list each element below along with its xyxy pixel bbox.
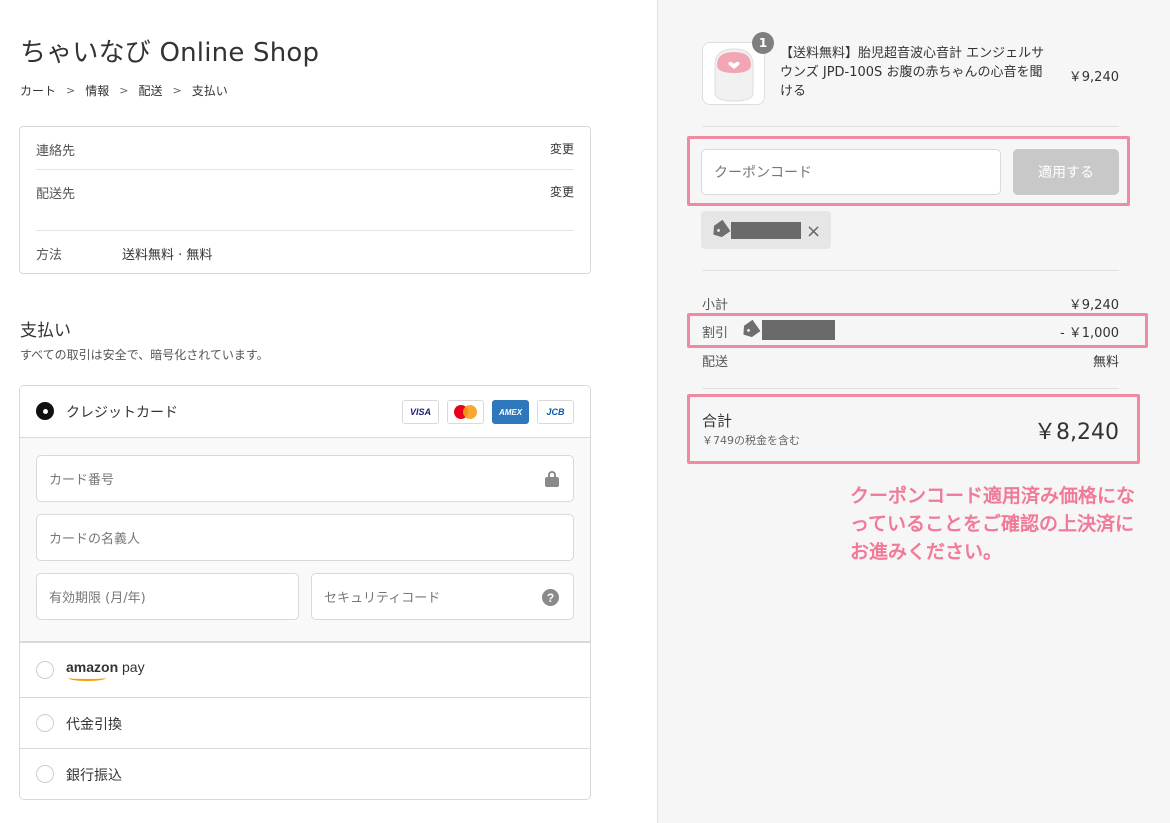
credit-card-radio[interactable] bbox=[36, 402, 54, 420]
card-brands: VISA AMEX JCB bbox=[402, 400, 574, 424]
bank-transfer-option[interactable]: 銀行振込 bbox=[20, 748, 590, 799]
shipping-value: 無料 bbox=[1092, 355, 1119, 370]
redacted-coupon-code bbox=[731, 222, 801, 239]
shipping-row: 配送 無料 bbox=[702, 351, 1119, 370]
visa-icon: VISA bbox=[402, 400, 439, 424]
shipping-method-row: 方法 送料無料 · 無料 bbox=[36, 244, 574, 263]
security-code-placeholder: セキュリティコード bbox=[324, 591, 441, 606]
contact-row: 連絡先 変更 bbox=[36, 140, 574, 159]
fetal-doppler-image bbox=[703, 43, 764, 104]
card-name-placeholder: カードの名義人 bbox=[49, 532, 141, 547]
breadcrumb-item-cart[interactable]: カート bbox=[20, 82, 56, 99]
expiry-field[interactable]: 有効期限 (月/年) bbox=[36, 573, 299, 620]
amazon-pay-radio[interactable] bbox=[36, 661, 54, 679]
amazon-smile-icon bbox=[68, 675, 106, 681]
payment-methods-box: クレジットカード VISA AMEX JCB カード番号 カードの名義人 有効期… bbox=[19, 385, 591, 800]
breadcrumb: カート > 情報 > 配送 > 支払い bbox=[20, 82, 228, 99]
total-highlight-box bbox=[687, 394, 1140, 464]
amazon-pay-logo: amazon pay bbox=[66, 659, 145, 681]
help-icon[interactable]: ? bbox=[542, 589, 559, 606]
card-number-field[interactable]: カード番号 bbox=[36, 455, 574, 502]
coupon-highlight-box bbox=[687, 136, 1130, 206]
breadcrumb-item-payment: 支払い bbox=[191, 84, 228, 98]
credit-card-option[interactable]: クレジットカード VISA AMEX JCB bbox=[20, 386, 590, 438]
divider bbox=[36, 230, 574, 231]
card-number-placeholder: カード番号 bbox=[49, 473, 115, 488]
mastercard-icon bbox=[447, 400, 484, 424]
shipping-address-row: 配送先 変更 bbox=[36, 183, 574, 202]
chevron-right-icon: > bbox=[66, 84, 76, 97]
bank-transfer-radio[interactable] bbox=[36, 765, 54, 783]
divider bbox=[702, 388, 1119, 389]
checkout-main-panel: ちゃいなび Online Shop カート > 情報 > 配送 > 支払い 連絡… bbox=[0, 0, 657, 823]
payment-title: 支払い bbox=[20, 321, 71, 341]
divider bbox=[702, 126, 1119, 127]
amazon-word: amazon bbox=[66, 659, 119, 675]
amazon-pay-option[interactable]: amazon pay bbox=[20, 642, 590, 698]
expiry-placeholder: 有効期限 (月/年) bbox=[49, 591, 146, 606]
credit-card-form: カード番号 カードの名義人 有効期限 (月/年) セキュリティコード ? bbox=[20, 438, 590, 642]
divider bbox=[702, 270, 1119, 271]
chevron-right-icon: > bbox=[119, 84, 129, 97]
jcb-icon: JCB bbox=[537, 400, 574, 424]
shipping-address-label: 配送先 bbox=[36, 187, 76, 202]
subtotal-value: ￥9,240 bbox=[1068, 298, 1119, 313]
subtotal-row: 小計 ￥9,240 bbox=[702, 294, 1119, 313]
breadcrumb-item-info[interactable]: 情報 bbox=[85, 82, 109, 99]
card-name-field[interactable]: カードの名義人 bbox=[36, 514, 574, 561]
contact-label: 連絡先 bbox=[36, 144, 76, 159]
shipping-label: 配送 bbox=[702, 355, 729, 370]
shipping-change-link[interactable]: 変更 bbox=[550, 183, 574, 200]
lock-icon bbox=[545, 471, 559, 487]
product-price: ￥9,240 bbox=[1068, 70, 1119, 85]
remove-coupon-icon[interactable]: × bbox=[806, 221, 821, 242]
breadcrumb-item-shipping[interactable]: 配送 bbox=[138, 82, 162, 99]
tag-icon bbox=[709, 220, 730, 241]
shop-title[interactable]: ちゃいなび Online Shop bbox=[20, 32, 319, 69]
review-info-box: 連絡先 変更 配送先 変更 方法 送料無料 · 無料 bbox=[19, 126, 591, 274]
credit-card-label: クレジットカード bbox=[66, 405, 178, 421]
contact-change-link[interactable]: 変更 bbox=[550, 140, 574, 157]
method-label: 方法 bbox=[36, 248, 63, 263]
cod-label: 代金引換 bbox=[66, 717, 122, 733]
product-name: 【送料無料】胎児超音波心音計 エンジェルサウンズ JPD-100S お腹の赤ちゃ… bbox=[780, 46, 1045, 99]
cod-radio[interactable] bbox=[36, 714, 54, 732]
amex-icon: AMEX bbox=[492, 400, 529, 424]
divider bbox=[36, 169, 574, 170]
annotation-note: クーポンコード適用済み価格になっていることをご確認の上決済にお進みください。 bbox=[850, 485, 1136, 563]
bank-transfer-label: 銀行振込 bbox=[66, 768, 122, 784]
subtotal-label: 小計 bbox=[702, 298, 729, 313]
cod-option[interactable]: 代金引換 bbox=[20, 697, 590, 749]
chevron-right-icon: > bbox=[172, 84, 182, 97]
quantity-badge: 1 bbox=[752, 32, 774, 54]
discount-highlight-box bbox=[687, 313, 1148, 348]
pay-word: pay bbox=[122, 659, 145, 675]
security-code-field[interactable]: セキュリティコード ? bbox=[311, 573, 574, 620]
payment-subtitle: すべての取引は安全で、暗号化されています。 bbox=[20, 348, 269, 362]
method-value: 送料無料 · 無料 bbox=[122, 248, 213, 263]
